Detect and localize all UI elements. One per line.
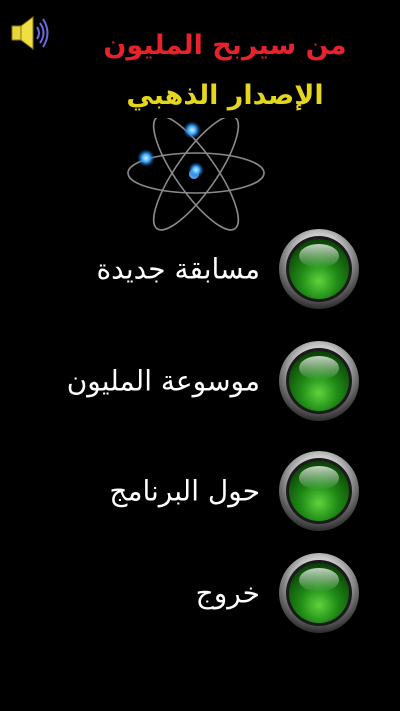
green-round-button[interactable] <box>278 450 360 532</box>
menu-item-about[interactable]: حول البرنامج <box>40 446 370 536</box>
green-round-button[interactable] <box>278 340 360 422</box>
green-round-button[interactable] <box>278 228 360 310</box>
menu-item-label: حول البرنامج <box>109 474 260 508</box>
menu-item-label: موسوعة المليون <box>66 364 260 398</box>
menu-item-exit[interactable]: خروج <box>40 548 370 638</box>
app-subtitle: الإصدار الذهبي <box>126 80 324 111</box>
atom-icon <box>127 115 265 231</box>
speaker-icon <box>11 16 49 50</box>
app-title: من سيربح المليون <box>103 30 347 61</box>
atom-logo <box>122 115 270 236</box>
menu-item-encyclopedia[interactable]: موسوعة المليون <box>40 336 370 426</box>
menu-item-label: خروج <box>195 576 260 610</box>
menu-item-label: مسابقة جديدة <box>96 252 260 286</box>
menu-item-new-game[interactable]: مسابقة جديدة <box>40 224 370 314</box>
sound-toggle-button[interactable] <box>8 12 50 54</box>
green-round-button[interactable] <box>278 552 360 634</box>
